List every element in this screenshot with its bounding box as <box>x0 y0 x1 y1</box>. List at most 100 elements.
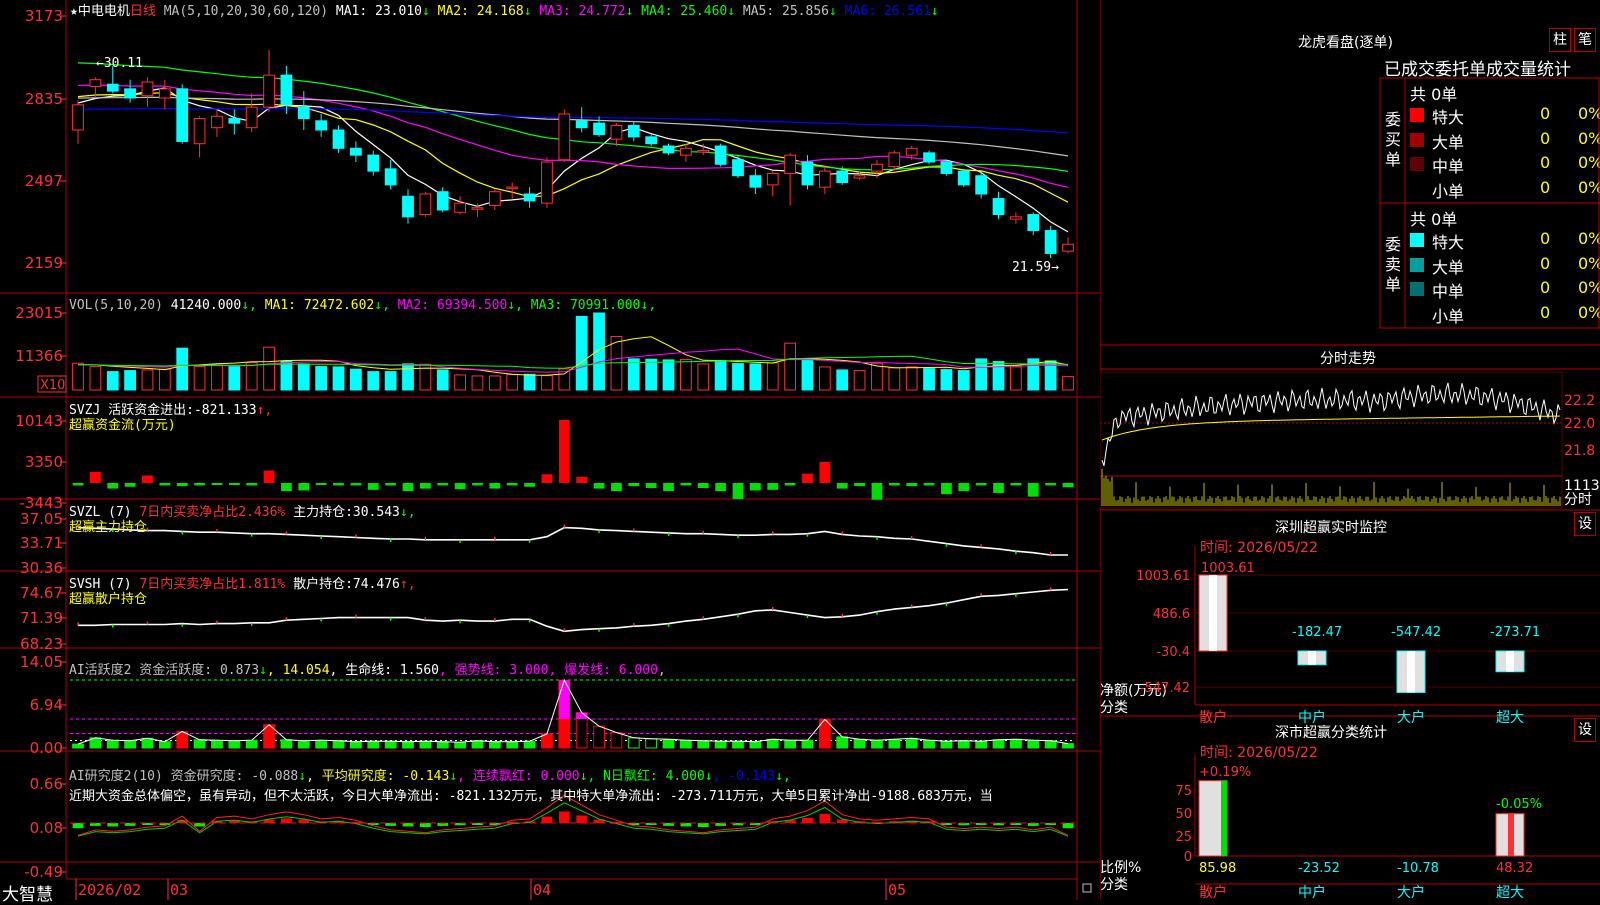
svzj-bar <box>298 483 310 491</box>
activity-bar <box>141 737 154 749</box>
holding-line <box>78 588 1069 633</box>
class-value-label: -23.52 <box>1298 861 1340 876</box>
activity-bar <box>732 740 744 749</box>
class-top-label: +0.19% <box>1199 765 1251 780</box>
y-tick-label: 2497 <box>25 172 63 190</box>
bar-mode-button[interactable]: 柱 <box>1549 28 1571 52</box>
order-name: 中单 <box>1432 282 1465 301</box>
svsh-arrow: ↑, <box>399 577 416 592</box>
svzj-bar <box>888 483 900 486</box>
svzj-bar <box>558 420 570 483</box>
ma-arrow: ↓ <box>828 4 837 19</box>
ai1-header-part: ↓ <box>259 663 267 678</box>
ma-params: MA(5,10,20,30,60,120) <box>163 4 329 19</box>
monitor-title: 深圳超赢实时监控 <box>1275 520 1387 536</box>
activity-bar <box>1027 739 1040 749</box>
y-tick-label: 3350 <box>25 453 63 471</box>
candle-body <box>853 175 866 179</box>
research-bar <box>541 816 553 823</box>
svzl-arrow: ↓, <box>399 505 416 520</box>
monitor-time: 时间: 2026/05/22 <box>1200 540 1318 556</box>
monitor-category-label: 超大 <box>1496 710 1524 726</box>
svzj-bar <box>767 483 779 490</box>
order-count: 0 <box>1540 253 1551 273</box>
volume-bar <box>228 366 241 391</box>
intraday-title: 分时走势 <box>1320 351 1376 367</box>
category-swatch <box>1410 132 1424 147</box>
volume-bar <box>662 359 675 391</box>
volume-bar <box>905 366 918 391</box>
candle-body <box>488 191 501 206</box>
order-name: 小单 <box>1432 306 1465 326</box>
ma-legend: MA1: 23.010↓ MA2: 24.168↓ MA3: 24.772↓ M… <box>336 4 939 19</box>
volume-bar <box>784 342 796 391</box>
monitor-bar <box>1396 650 1426 693</box>
svzj-bar <box>576 476 588 483</box>
activity-bar <box>749 741 762 749</box>
monitor-bar-highlight <box>1407 651 1415 693</box>
activity-bar <box>523 740 536 749</box>
candle-body <box>593 122 605 136</box>
y-tick-label: 74.67 <box>20 584 63 602</box>
candle-body <box>384 168 397 186</box>
y-tick-label: 3173 <box>25 7 63 25</box>
activity-bar <box>367 740 380 749</box>
volume-bar <box>714 360 727 391</box>
class-settings-button[interactable]: 设 <box>1574 718 1596 742</box>
candle-body <box>714 145 727 165</box>
ma-legend-item: MA1: 23.010 <box>335 4 422 19</box>
activity-bar <box>402 741 414 749</box>
candle-body <box>836 170 849 184</box>
order-count: 0 <box>1540 104 1551 123</box>
class-xlabel: 分类 <box>1100 877 1128 893</box>
candle-body <box>680 147 692 156</box>
candle-body <box>106 83 119 92</box>
star-icon[interactable]: ★ <box>70 4 78 19</box>
volume-bar <box>158 368 171 391</box>
period-label[interactable]: 日线 <box>130 4 156 19</box>
price-header: ★中电电机日线 MA(5,10,20,30,60,120) MA1: 23.01… <box>70 0 939 19</box>
volume-bar <box>853 370 866 391</box>
monitor-settings-button[interactable]: 设 <box>1574 512 1596 536</box>
monitor-bar-highlight <box>1308 651 1316 665</box>
dragon-title: 龙虎看盘(逐单) <box>1298 35 1393 51</box>
volume-bar <box>332 366 345 391</box>
candle-body <box>766 172 779 186</box>
candle-body <box>350 147 362 156</box>
candle-body <box>1044 230 1057 254</box>
class-bar-accent <box>1508 813 1514 856</box>
svzj-bar <box>697 483 709 488</box>
volume-bar <box>106 371 119 391</box>
candle-body <box>471 207 484 210</box>
research-bar <box>419 823 431 828</box>
svzj-value: -821.133 <box>193 403 257 418</box>
activity-bar <box>158 741 171 749</box>
volume-bar <box>523 373 536 391</box>
vol-legend: MA1: 72472.602↓, MA2: 69394.500↓, MA3: 7… <box>265 298 656 313</box>
svzj-bar <box>715 483 727 492</box>
y-tick-label: 0.00 <box>30 739 63 757</box>
activity-bar <box>1010 738 1022 749</box>
class-top-label: -0.05% <box>1496 797 1542 812</box>
ma-arrow: ↓ <box>727 4 736 19</box>
activity-bar <box>315 739 328 749</box>
candle-body <box>818 170 831 188</box>
order-name: 小单 <box>1432 181 1465 201</box>
candle-body <box>645 136 658 145</box>
activity-bar <box>662 738 675 749</box>
candle-body <box>367 154 380 172</box>
volume-bar <box>506 374 519 391</box>
candle-body <box>228 118 241 124</box>
order-pct: 0% <box>1578 229 1600 248</box>
tick-mode-button[interactable]: 笔 <box>1574 28 1596 52</box>
svzj-bar <box>958 483 970 492</box>
intraday-y-tick: 22.0 <box>1564 416 1595 432</box>
candle-body <box>332 129 345 149</box>
svzj-bar <box>367 483 379 490</box>
svzj-bar <box>315 483 327 485</box>
activity-bar <box>714 740 727 749</box>
ma-arrow: ↓ <box>523 4 532 19</box>
svzj-bar <box>732 483 744 500</box>
ai2-header: AI研究度2(10) 资金研究度: -0.088↓, 平均研究度: -0.143… <box>69 765 791 784</box>
svzj-bar <box>176 483 188 487</box>
